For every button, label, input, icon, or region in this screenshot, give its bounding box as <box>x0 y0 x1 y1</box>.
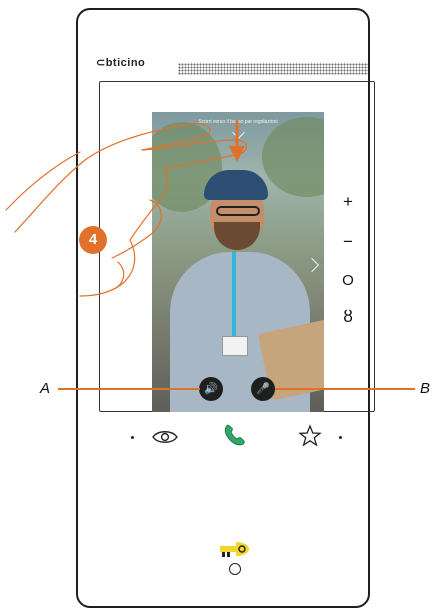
mute-mic-icon[interactable]: ȣ <box>338 308 358 325</box>
callout-label-a: A <box>40 380 51 397</box>
video-feed[interactable]: Scorri verso il basso per regolazioni <box>152 112 324 412</box>
microphone-button[interactable]: 🎤 <box>251 377 275 401</box>
callout-line-a <box>58 388 200 390</box>
indicator-dot <box>339 436 342 439</box>
star-icon[interactable] <box>298 424 322 448</box>
callout-label-b: B <box>420 380 431 397</box>
key-icon[interactable] <box>218 540 252 562</box>
speaker-button[interactable]: 🔊 <box>199 377 223 401</box>
brand-strip: ⊂bticino <box>96 56 368 75</box>
swipe-hint: Scorri verso il basso per regolazioni <box>198 119 278 125</box>
background-tree <box>262 117 324 197</box>
volume-down-button[interactable]: − <box>338 233 358 250</box>
eye-icon[interactable] <box>150 428 180 446</box>
answer-phone-icon[interactable] <box>222 422 248 448</box>
person-glasses <box>216 206 260 216</box>
home-button[interactable]: O <box>338 272 358 289</box>
person-cap <box>204 170 268 200</box>
volume-up-button[interactable]: + <box>338 193 358 210</box>
chevron-down-icon[interactable] <box>232 126 245 139</box>
speaker-grille <box>178 63 368 75</box>
chevron-right-icon[interactable] <box>304 257 320 273</box>
callout-line-b <box>275 388 415 390</box>
indicator-dot <box>131 436 134 439</box>
person-lanyard <box>232 252 236 344</box>
brand-logo: ⊂bticino <box>96 57 146 69</box>
person-badge <box>222 336 248 356</box>
step-number-badge: 4 <box>79 226 107 254</box>
door-lock-button[interactable] <box>229 563 241 575</box>
person-beard <box>214 222 260 250</box>
